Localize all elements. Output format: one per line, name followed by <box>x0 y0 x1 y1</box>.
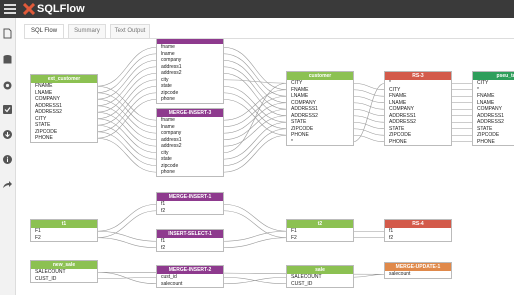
customer-node[interactable]: customer CITY FNAME LNAME COMPANY ADDRESS1 ADD… <box>286 71 354 146</box>
tab-sql-flow[interactable]: SQL Flow <box>24 24 64 38</box>
lineage-link <box>96 92 158 133</box>
info-icon[interactable] <box>2 154 13 165</box>
sqlflow-logo-icon <box>23 3 35 15</box>
lineage-link <box>96 85 158 126</box>
tab-text-output[interactable]: Text Output <box>110 24 150 38</box>
lineage-link <box>222 128 288 167</box>
rs-4-node[interactable]: RS-4 f1 f2 <box>384 219 452 242</box>
lineage-link <box>96 210 158 239</box>
column-row[interactable]: f2 <box>385 235 451 242</box>
column-row[interactable]: CUST_ID <box>287 281 353 288</box>
sidebar <box>0 18 16 295</box>
lineage-link <box>352 121 386 130</box>
column-row[interactable]: f2 <box>157 208 223 215</box>
lineage-link <box>352 82 386 91</box>
t2-node[interactable]: t2 F1 F2 <box>286 219 354 242</box>
lineage-link <box>222 203 288 232</box>
lineage-link <box>352 128 386 136</box>
database-icon[interactable] <box>2 54 13 65</box>
lineage-link <box>352 102 386 110</box>
node-header[interactable]: pseu_ta <box>473 72 514 80</box>
new-sale-node[interactable]: new_sale SALECOUNT CUST_ID <box>30 260 98 283</box>
check-icon[interactable] <box>2 104 13 115</box>
merge-insert-3-node[interactable]: MERGE-INSERT-3 fname lname company address1 a… <box>156 108 224 177</box>
merge-insert-1-node[interactable]: MERGE-INSERT-1 f1 f2 <box>156 192 224 215</box>
lineage-link <box>96 66 158 107</box>
sale-node[interactable]: sale SALECOUNT CUST_ID <box>286 265 354 288</box>
lineage-link <box>222 82 288 154</box>
lineage-link <box>96 276 158 280</box>
lineage-link <box>96 46 158 87</box>
node-header[interactable]: MERGE-INSERT-2 <box>157 266 223 274</box>
lineage-link <box>96 237 158 249</box>
app-title: SQLFlow <box>37 3 85 15</box>
top-bar: SQLFlow <box>0 0 514 18</box>
lineage-link <box>352 89 386 97</box>
node-header[interactable]: ext_customer <box>31 75 97 83</box>
settings-icon[interactable] <box>2 80 13 91</box>
lineage-link <box>222 108 288 141</box>
lineage-link <box>222 210 288 239</box>
column-row[interactable]: salecount <box>385 271 451 278</box>
lineage-link <box>352 82 386 143</box>
column-row[interactable]: f2 <box>157 245 223 252</box>
lineage-link <box>96 230 158 242</box>
tab-summary[interactable]: Summary <box>68 24 106 38</box>
node-header[interactable]: INSERT-SELECT-1 <box>157 230 223 238</box>
node-header[interactable]: new_sale <box>31 261 97 269</box>
ext-customer-node[interactable]: ext_customer FNAME LNAME COMPANY ADDRESS1 ADD… <box>30 74 98 143</box>
column-row[interactable]: phone <box>157 96 223 103</box>
lineage-link <box>222 79 288 84</box>
column-row[interactable]: CUST_ID <box>31 276 97 283</box>
download-icon[interactable] <box>2 129 13 140</box>
node-header[interactable]: RS-3 <box>385 72 451 80</box>
share-icon[interactable] <box>2 179 13 190</box>
column-row[interactable]: F2 <box>287 235 353 242</box>
lineage-link <box>352 273 386 278</box>
lineage-link <box>352 95 386 104</box>
pseudo-table-node[interactable]: pseu_ta CITY * FNAME LNAME COMPANY ADDRESS1 ADD… <box>472 71 514 146</box>
node-header[interactable]: t2 <box>287 220 353 228</box>
column-row[interactable]: salecount <box>157 281 223 288</box>
rs-3-node[interactable]: RS-3 * CITY FNAME LNAME COMPANY ADDRESS1 ADDRES… <box>384 71 452 146</box>
lineage-link <box>222 276 288 285</box>
file-icon[interactable] <box>2 28 13 39</box>
lineage-link <box>96 137 158 173</box>
lineage-link <box>96 53 158 94</box>
t1-node[interactable]: t1 F1 F2 <box>30 219 98 242</box>
merge-update-1-node[interactable]: MERGE-UPDATE-1 salecount <box>384 262 452 279</box>
menu-icon[interactable] <box>4 3 16 15</box>
merge-insert-2-node[interactable]: MERGE-INSERT-2 cust_id salecount <box>156 265 224 288</box>
lineage-link <box>352 134 386 143</box>
lineage-link <box>222 115 288 147</box>
node-header[interactable]: MERGE-INSERT-3 <box>157 109 223 117</box>
column-row[interactable]: phone <box>157 169 223 176</box>
node-header[interactable]: t1 <box>31 220 97 228</box>
lineage-link <box>96 79 158 120</box>
node-header[interactable]: MERGE-INSERT-1 <box>157 193 223 201</box>
lineage-link <box>222 237 288 249</box>
lineage-link <box>96 72 158 113</box>
lineage-link <box>352 115 386 123</box>
lineage-link <box>96 203 158 232</box>
node-header[interactable]: sale <box>287 266 353 274</box>
column-row[interactable]: PHONE <box>385 139 451 146</box>
column-row[interactable]: PHONE <box>473 139 514 146</box>
column-row[interactable]: PHONE <box>31 135 97 142</box>
insert-select-1-node[interactable]: INSERT-SELECT-1 f1 f2 <box>156 229 224 252</box>
node-header[interactable]: RS-4 <box>385 220 451 228</box>
lineage-link <box>222 230 288 242</box>
column-row[interactable]: * <box>287 139 353 146</box>
column-row[interactable]: F2 <box>31 235 97 242</box>
node-header[interactable]: customer <box>287 72 353 80</box>
node-header[interactable]: MERGE-UPDATE-1 <box>385 263 451 271</box>
flow-canvas[interactable]: fname lname company address1 address2 city sta… <box>16 39 514 295</box>
top-partial-node[interactable]: fname lname company address1 address2 city sta… <box>156 39 224 104</box>
lineage-link <box>96 59 158 100</box>
